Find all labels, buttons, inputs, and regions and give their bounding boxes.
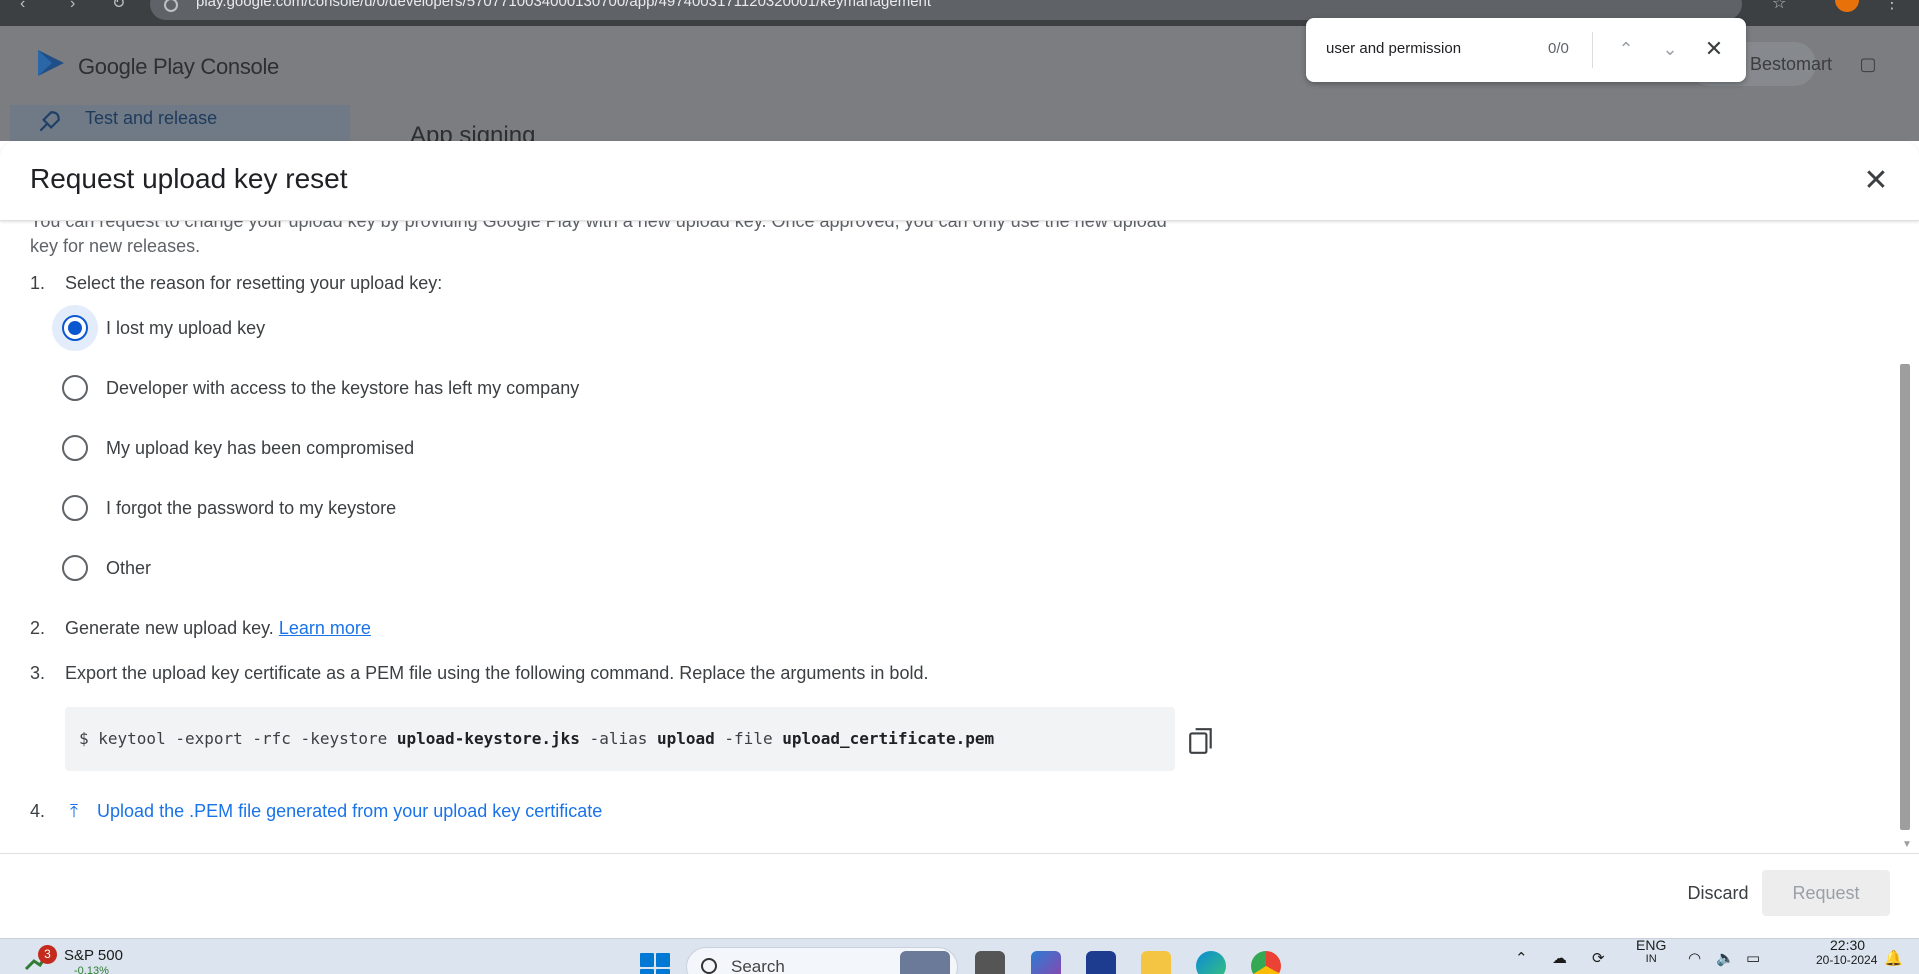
wifi-icon[interactable]: ◠ [1688,949,1701,967]
notifications-icon[interactable]: ▢ [1850,46,1886,82]
site-info-icon[interactable] [164,0,178,12]
account-name: Bestomart [1750,54,1833,74]
chevron-up-icon[interactable]: ⌃ [1515,949,1528,967]
radio-unselected[interactable] [62,555,88,581]
copy-icon[interactable] [1188,727,1214,755]
step-1: 1. Select the reason for resetting your u… [30,273,442,294]
windows-taskbar: 3 S&P 500 -0.13% Search ⌃ ☁ ⟳ ENG IN ◠ 🔈… [0,937,1919,974]
whiteboard-icon[interactable] [1086,951,1116,974]
task-view-icon[interactable] [975,951,1005,974]
language-indicator[interactable]: ENG IN [1636,937,1666,965]
scrollbar-thumb[interactable] [1900,364,1910,830]
logo-text: Google Play Console [78,54,279,79]
find-next-icon[interactable]: ⌄ [1655,34,1685,64]
dialog-header: Request upload key reset ✕ [0,141,1919,221]
command-file-flag: -file [714,729,783,748]
find-bar: user and permission 0/0 ⌃ ⌄ ✕ [1306,18,1746,82]
learn-more-link[interactable]: Learn more [279,618,371,638]
discard-button[interactable]: Discard [1660,870,1776,916]
request-upload-key-reset-dialog: Request upload key reset ✕ You can reque… [0,141,1919,938]
play-console-logo-icon [38,50,64,76]
stock-change: -0.13% [74,965,109,974]
command-file: upload_certificate.pem [782,729,995,748]
sidebar-item-label: Test and release [85,108,218,128]
command-prefix: $ keytool -export -rfc -keystore [79,729,397,748]
step-label: Export the upload key certificate as a P… [65,663,929,683]
request-button[interactable]: Request [1762,870,1890,916]
file-explorer-icon[interactable] [1141,951,1171,974]
dialog-title: Request upload key reset [30,163,348,194]
close-icon[interactable]: ✕ [1858,163,1894,199]
reason-option[interactable]: My upload key has been compromised [62,432,414,464]
rocket-icon [39,111,60,132]
reason-label: My upload key has been compromised [106,437,415,458]
widget-badge: 3 [38,945,57,964]
reason-label: Other [106,557,152,578]
reason-option[interactable]: I lost my upload key [62,312,265,344]
back-icon[interactable]: ‹ [20,0,25,12]
step-number: 1. [30,273,46,293]
bookmark-icon[interactable]: ☆ [1772,0,1786,12]
forward-icon[interactable]: › [70,0,75,12]
profile-avatar[interactable] [1835,0,1859,12]
edge-icon[interactable] [1196,951,1226,974]
reason-label: Developer with access to the keystore ha… [106,377,580,398]
dialog-body: You can request to change your upload ke… [0,221,1919,853]
step-number: 3. [30,663,46,683]
clock-date: 20-10-2024 [1816,953,1878,967]
upload-pem-button[interactable]: Upload the .PEM file generated from your… [97,801,602,821]
step-number: 4. [30,801,46,821]
reload-icon[interactable]: ↻ [112,0,125,12]
language-region: IN [1645,953,1657,965]
dialog-footer: Discard Request [0,853,1919,938]
clock-time: 22:30 [1830,937,1866,953]
command-keystore: upload-keystore.jks [396,729,580,748]
scroll-down-icon[interactable]: ▼ [1902,839,1912,850]
system-clock[interactable]: 22:30 20-10-2024 [1816,937,1877,967]
stock-name: S&P 500 [64,947,123,964]
keytool-command: $ keytool -export -rfc -keystore upload-… [65,707,1212,771]
radio-unselected[interactable] [62,435,88,461]
copilot-icon[interactable] [1031,951,1061,974]
reason-option[interactable]: Developer with access to the keystore ha… [62,372,579,404]
radio-selected[interactable] [62,315,88,341]
menu-icon[interactable]: ⋮ [1884,0,1900,12]
chrome-icon[interactable] [1251,951,1281,974]
find-input[interactable]: user and permission [1326,40,1461,57]
upload-icon[interactable]: ⤒ [70,801,92,822]
notification-bell-icon[interactable]: 🔔 [1884,949,1903,967]
volume-icon[interactable]: 🔈 [1716,949,1735,967]
step-4: 4. ⤒ Upload the .PEM file generated from… [30,801,602,822]
windows-start-icon[interactable] [640,953,670,974]
step-label: Select the reason for resetting your upl… [65,273,443,293]
find-divider [1592,32,1593,68]
language-code: ENG [1636,937,1667,953]
step-3: 3. Export the upload key certificate as a… [30,663,928,684]
radio-unselected[interactable] [62,375,88,401]
find-close-icon[interactable]: ✕ [1699,34,1729,64]
command-alias-flag: -alias [579,729,657,748]
step-number: 2. [30,618,46,638]
address-text: play.google.com/console/u/0/developers/5… [196,0,932,10]
search-icon [701,958,717,974]
reason-option[interactable]: I forgot the password to my keystore [62,492,396,524]
find-match-count: 0/0 [1548,40,1569,57]
address-bar[interactable]: play.google.com/console/u/0/developers/5… [150,0,1742,20]
find-previous-icon[interactable]: ⌃ [1611,34,1641,64]
reason-label: I lost my upload key [106,317,266,338]
reason-option[interactable]: Other [62,552,151,584]
radio-unselected[interactable] [62,495,88,521]
dialog-intro: You can request to change your upload ke… [30,221,1167,256]
reason-label: I forgot the password to my keystore [106,497,397,518]
cloud-icon[interactable]: ☁ [1552,949,1567,967]
search-placeholder: Search [731,957,785,974]
step-label: Generate new upload key. [65,618,274,638]
step-2: 2. Generate new upload key. Learn more [30,618,371,639]
command-alias: upload [656,729,715,748]
news-app-icon[interactable] [900,951,950,974]
battery-icon[interactable]: ▭ [1746,949,1760,967]
sync-icon[interactable]: ⟳ [1592,949,1605,967]
